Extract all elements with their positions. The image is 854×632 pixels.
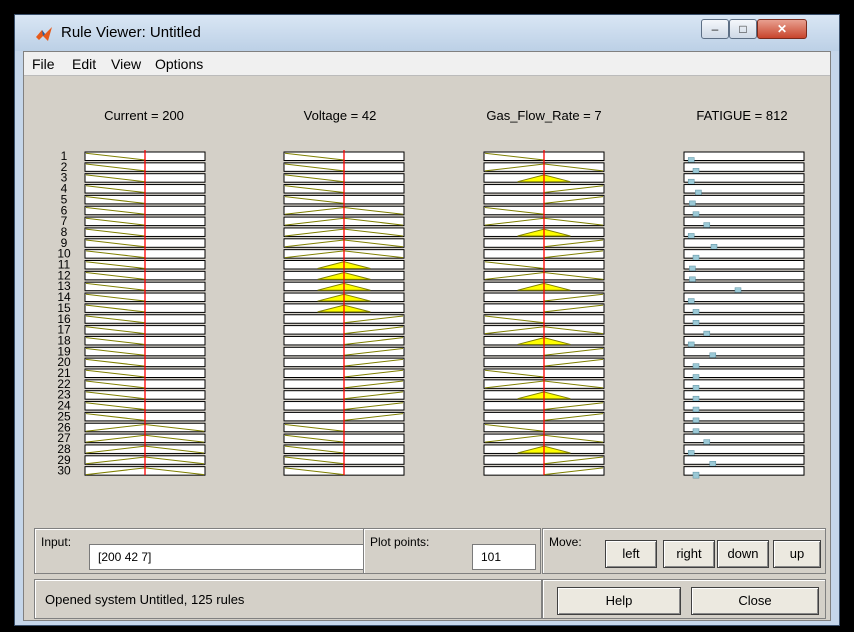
rule-cell [683, 335, 805, 346]
rule-cell [683, 325, 805, 335]
rules-plot: 1234567891011121314151617181920212223242… [57, 149, 805, 479]
rule-cell [683, 303, 805, 313]
status-panel: Opened system Untitled, 125 rules [34, 579, 542, 619]
input-label: Input: [41, 535, 72, 549]
close-window-button[interactable]: ✕ [757, 19, 807, 39]
rule-cell [683, 411, 805, 422]
rule-cell [683, 162, 805, 172]
menu-edit[interactable]: Edit [72, 56, 96, 72]
rule-cell [683, 357, 805, 368]
rule-cell [683, 151, 805, 161]
rule-cell [683, 281, 805, 292]
minimize-button[interactable]: – [701, 19, 729, 39]
help-button[interactable]: Help [557, 587, 681, 615]
menu-options[interactable]: Options [155, 56, 203, 72]
rule-cell [683, 292, 805, 303]
rule-cell [683, 314, 805, 324]
rule-cell [683, 455, 805, 465]
rule-plot-area: Current = 200 Voltage = 42 Gas_Flow_Rate… [24, 76, 830, 526]
rule-cell [683, 216, 805, 227]
rule-cell [683, 249, 805, 259]
move-left-button[interactable]: left [605, 540, 657, 568]
move-label: Move: [549, 535, 582, 549]
move-right-button[interactable]: right [663, 540, 715, 568]
rule-viewer-window: Rule Viewer: Untitled – □ ✕ File Edit Vi… [14, 14, 840, 626]
maximize-button[interactable]: □ [729, 19, 757, 39]
matlab-logo-icon [36, 27, 52, 41]
action-panel: Help Close [542, 579, 826, 619]
client-area: File Edit View Options Current = 200 Vol… [23, 51, 831, 621]
input-panel: Input: [200 42 7] [34, 528, 372, 574]
rule-cell [683, 379, 805, 389]
status-message: Opened system Untitled, 125 rules [45, 592, 245, 607]
plot-points-panel: Plot points: 101 [363, 528, 541, 574]
output-marker [692, 471, 700, 479]
move-up-button[interactable]: up [773, 540, 821, 568]
rule-cell [683, 346, 805, 357]
rule-cell [683, 390, 805, 400]
close-button[interactable]: Close [691, 587, 819, 615]
rule-cell [683, 444, 805, 454]
plot-points-field[interactable]: 101 [472, 544, 536, 570]
rule-cell [683, 422, 805, 433]
title-bar[interactable]: Rule Viewer: Untitled – □ ✕ [15, 15, 839, 51]
rule-cell [683, 205, 805, 216]
rule-cell [683, 368, 805, 378]
window-title: Rule Viewer: Untitled [61, 24, 201, 41]
rule-cell [683, 401, 805, 411]
menu-bar: File Edit View Options [24, 52, 830, 76]
rule-cell [683, 227, 805, 237]
menu-view[interactable]: View [111, 56, 141, 72]
move-down-button[interactable]: down [717, 540, 769, 568]
rule-cell [683, 184, 805, 194]
rule-cell [683, 173, 805, 183]
rule-number: 30 [57, 464, 71, 478]
rule-cell [683, 260, 805, 270]
rule-cell [683, 466, 805, 476]
rule-cell [683, 194, 805, 205]
move-panel: Move: left right down up [542, 528, 826, 574]
input-field[interactable]: [200 42 7] [89, 544, 367, 570]
plot-points-label: Plot points: [370, 535, 430, 549]
rule-cell [683, 433, 805, 444]
rule-cell [683, 270, 805, 281]
menu-file[interactable]: File [32, 56, 55, 72]
rule-cell [683, 238, 805, 248]
